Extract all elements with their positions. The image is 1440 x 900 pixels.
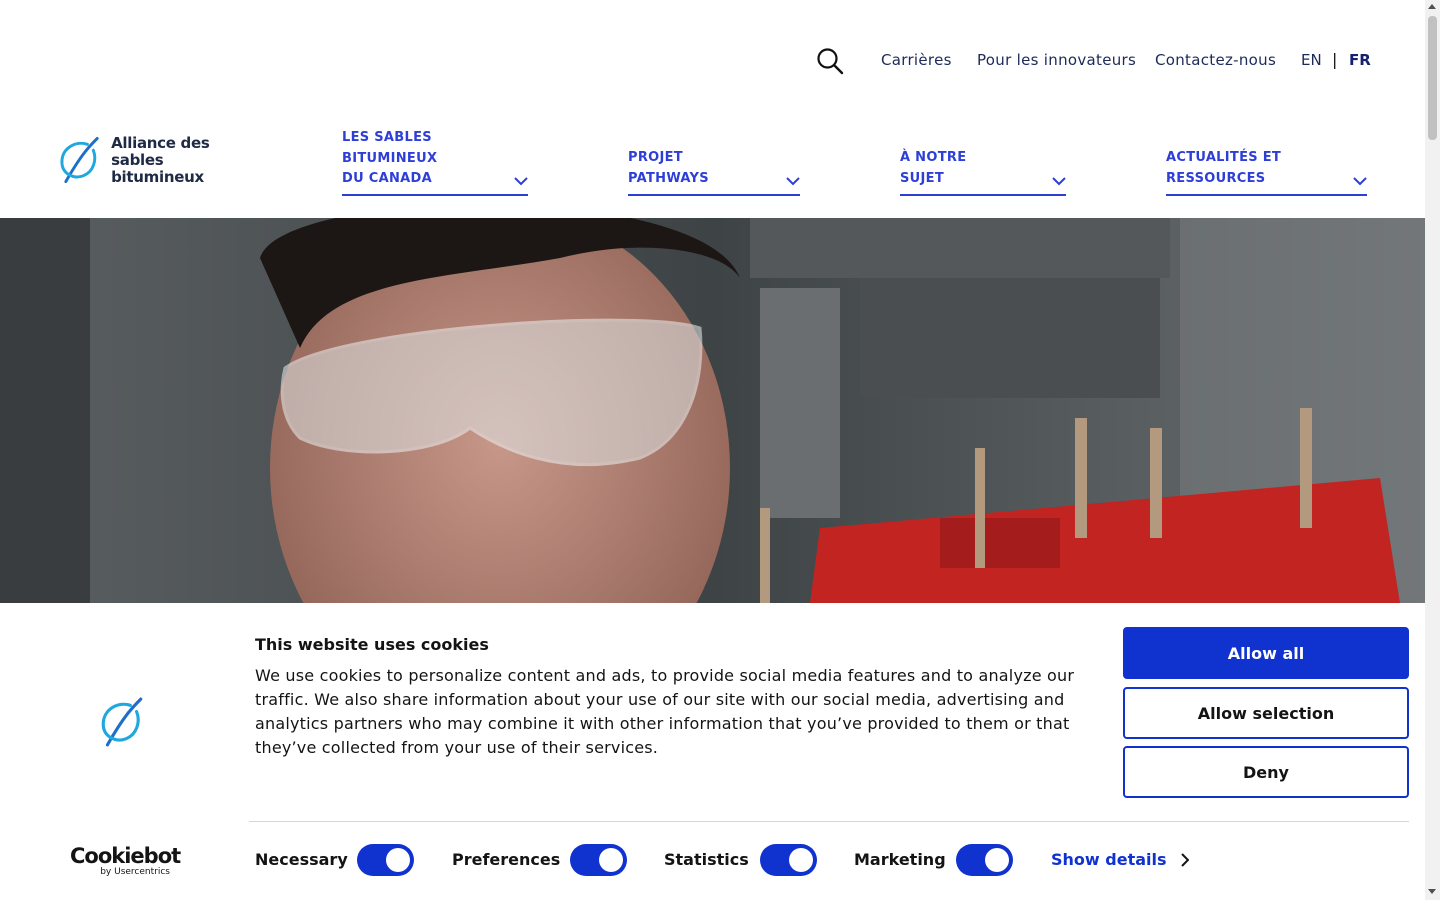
search-icon[interactable] — [816, 47, 844, 75]
toggle-label-marketing: Marketing — [854, 850, 946, 869]
utility-bar: Carrières Pour les innovateurs Contactez… — [0, 0, 1425, 120]
scroll-thumb[interactable] — [1428, 16, 1437, 140]
cookiebot-logo: Cookiebot by Usercentrics — [70, 844, 181, 877]
leaf-logo-icon — [60, 136, 99, 184]
link-contact[interactable]: Contactez-nous — [1155, 51, 1276, 69]
toggle-label-statistics: Statistics — [664, 850, 749, 869]
show-details-link[interactable]: Show details — [1051, 850, 1189, 869]
cookie-title: This website uses cookies — [255, 635, 489, 654]
site-logo[interactable]: Alliance des sables bitumineux — [58, 134, 258, 186]
logo-line-1: Alliance des — [111, 133, 210, 152]
lang-fr[interactable]: FR — [1349, 51, 1371, 69]
logo-wordmark: Alliance des sables bitumineux — [111, 133, 258, 186]
nav-a-notre-sujet[interactable]: À NOTRE SUJET — [900, 148, 1066, 196]
toggle-label-necessary: Necessary — [255, 850, 348, 869]
hero-image — [0, 218, 1425, 603]
cookie-divider — [249, 821, 1409, 822]
nav-label: RESSOURCES — [1166, 170, 1266, 186]
lang-en[interactable]: EN — [1301, 51, 1322, 69]
deny-button[interactable]: Deny — [1123, 746, 1409, 798]
page-scrollbar[interactable] — [1425, 0, 1440, 900]
nav-actualites-ressources[interactable]: ACTUALITÉS ET RESSOURCES — [1166, 148, 1367, 196]
scroll-down-icon[interactable] — [1428, 889, 1436, 894]
hero-photo-illustration — [0, 218, 1425, 603]
chevron-right-icon — [1180, 852, 1189, 867]
nav-label: DU CANADA — [342, 171, 432, 186]
chevron-down-icon — [514, 177, 528, 186]
nav-label: SUJET — [900, 170, 945, 186]
allow-all-button[interactable]: Allow all — [1123, 627, 1409, 679]
link-innovateurs[interactable]: Pour les innovateurs — [977, 51, 1136, 69]
cookiebot-sub: by Usercentrics — [100, 867, 170, 877]
cookiebot-brand: Cookiebot — [70, 844, 181, 868]
toggle-preferences[interactable] — [570, 844, 627, 876]
allow-selection-button[interactable]: Allow selection — [1123, 687, 1409, 739]
nav-label: BITUMINEUX — [342, 150, 438, 166]
nav-projet-pathways[interactable]: PROJET PATHWAYS — [628, 148, 800, 196]
toggle-necessary[interactable] — [357, 844, 414, 876]
show-details-label: Show details — [1051, 850, 1167, 869]
nav-label: PATHWAYS — [628, 170, 709, 186]
nav-label: À NOTRE — [900, 150, 967, 165]
leaf-logo-icon — [101, 697, 143, 747]
toggle-marketing[interactable] — [956, 844, 1013, 876]
chevron-down-icon — [786, 177, 800, 186]
link-carrieres[interactable]: Carrières — [881, 51, 952, 69]
chevron-down-icon — [1353, 177, 1367, 186]
chevron-down-icon — [1052, 177, 1066, 186]
logo-line-2: sables bitumineux — [111, 150, 204, 186]
lang-separator: | — [1332, 50, 1338, 69]
nav-label: PROJET — [628, 150, 683, 165]
nav-sables-bitumineux[interactable]: LES SABLES BITUMINEUX DU CANADA — [342, 128, 528, 196]
nav-label: LES SABLES — [342, 130, 432, 145]
nav-label: ACTUALITÉS ET — [1166, 150, 1282, 165]
toggle-statistics[interactable] — [760, 844, 817, 876]
scroll-up-icon[interactable] — [1428, 4, 1436, 9]
toggle-label-preferences: Preferences — [452, 850, 561, 869]
cookie-description: We use cookies to personalize content an… — [255, 666, 1075, 757]
